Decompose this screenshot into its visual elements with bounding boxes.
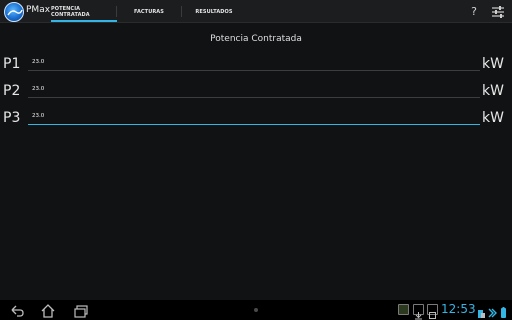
action-bar: PMax POTENCIA CONTRATADA FACTURAS RESULT… — [0, 0, 512, 23]
power-row-p2: P2 23.0 kW — [0, 82, 512, 104]
notification-app-icon[interactable] — [398, 304, 409, 315]
input-value[interactable]: 23.0 — [32, 59, 44, 65]
notification-screenshot-icon[interactable] — [427, 304, 438, 319]
app-logo-icon[interactable] — [4, 2, 24, 22]
settings-sliders-icon[interactable] — [490, 4, 506, 20]
back-icon[interactable] — [9, 303, 25, 317]
row-label: P1 — [3, 56, 21, 72]
status-icons[interactable] — [477, 304, 509, 318]
system-navigation-bar: 12:53 — [0, 300, 512, 320]
row-label: P2 — [3, 83, 21, 99]
power-row-p3: P3 23.0 kW — [0, 109, 512, 131]
menu-dot-icon[interactable] — [254, 308, 258, 312]
clock[interactable]: 12:53 — [441, 302, 476, 316]
unit-label: kW — [482, 56, 504, 72]
tab-facturas[interactable]: FACTURAS — [117, 0, 181, 23]
power-input-p3[interactable]: 23.0 — [28, 111, 480, 125]
input-value[interactable]: 23.0 — [32, 113, 44, 119]
recent-apps-icon[interactable] — [73, 303, 89, 318]
notification-download-icon[interactable] — [413, 304, 424, 320]
unit-label: kW — [482, 83, 504, 99]
power-input-p2[interactable]: 23.0 — [28, 84, 480, 98]
home-icon[interactable] — [40, 303, 56, 318]
power-input-p1[interactable]: 23.0 — [28, 57, 480, 71]
power-row-p1: P1 23.0 kW — [0, 55, 512, 77]
section-title: Potencia Contratada — [210, 34, 302, 44]
input-value[interactable]: 23.0 — [32, 86, 44, 92]
help-button[interactable]: ? — [466, 3, 482, 20]
tab-selected-indicator — [51, 20, 117, 22]
tab-resultados[interactable]: RESULTADOS — [181, 0, 247, 23]
unit-label: kW — [482, 110, 504, 126]
app-title: PMax — [26, 5, 51, 15]
row-label: P3 — [3, 110, 21, 126]
